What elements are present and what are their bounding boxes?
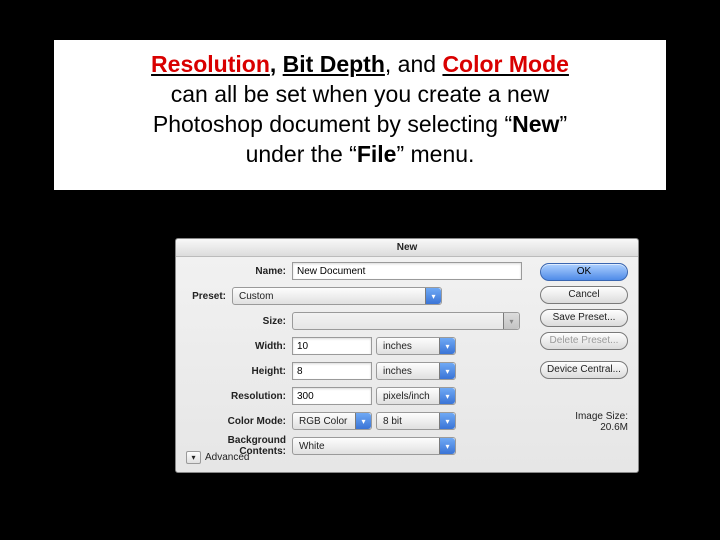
label-size: Size: [182,316,292,327]
colormode-select[interactable]: RGB Color ▾ [292,412,372,430]
width-field[interactable] [292,337,372,355]
new-document-dialog: New Name: Preset: Custom ▾ Size: ▾ [175,238,639,473]
label-colormode: Color Mode: [182,416,292,427]
name-field[interactable] [292,262,522,280]
dialog-title: New [176,239,638,257]
chevron-updown-icon: ▾ [439,338,455,354]
chevron-down-icon: ▾ [186,451,201,464]
chevron-updown-icon: ▾ [439,413,455,429]
preset-select[interactable]: Custom ▾ [232,287,442,305]
bg-select[interactable]: White ▾ [292,437,456,455]
caption-bitdepth: Bit Depth [283,51,385,77]
cancel-button[interactable]: Cancel [540,286,628,304]
caption-line2: can all be set when you create a new [54,80,666,110]
save-preset-button[interactable]: Save Preset... [540,309,628,327]
label-resolution: Resolution: [182,391,292,402]
image-size-value: 20.6M [542,422,628,433]
resolution-field[interactable] [292,387,372,405]
label-height: Height: [182,366,292,377]
size-select: ▾ [292,312,520,330]
delete-preset-button: Delete Preset... [540,332,628,350]
chevron-updown-icon: ▾ [503,313,519,329]
chevron-updown-icon: ▾ [355,413,371,429]
bitdepth-select[interactable]: 8 bit ▾ [376,412,456,430]
label-width: Width: [182,341,292,352]
caption-colormode: Color Mode [442,51,569,77]
chevron-updown-icon: ▾ [439,363,455,379]
chevron-updown-icon: ▾ [439,438,455,454]
advanced-disclosure[interactable]: ▾ Advanced [186,451,249,464]
label-name: Name: [182,266,292,277]
height-unit-select[interactable]: inches ▾ [376,362,456,380]
device-central-button[interactable]: Device Central... [540,361,628,379]
image-size-readout: Image Size: 20.6M [542,411,628,433]
caption-new: New [512,111,559,137]
caption-block: Resolution, Bit Depth, and Color Mode ca… [54,40,666,190]
chevron-updown-icon: ▾ [425,288,441,304]
chevron-updown-icon: ▾ [439,388,455,404]
width-unit-select[interactable]: inches ▾ [376,337,456,355]
resolution-unit-select[interactable]: pixels/inch ▾ [376,387,456,405]
height-field[interactable] [292,362,372,380]
ok-button[interactable]: OK [540,263,628,281]
caption-resolution: Resolution [151,51,270,77]
label-preset: Preset: [182,291,232,302]
caption-file: File [357,141,397,167]
